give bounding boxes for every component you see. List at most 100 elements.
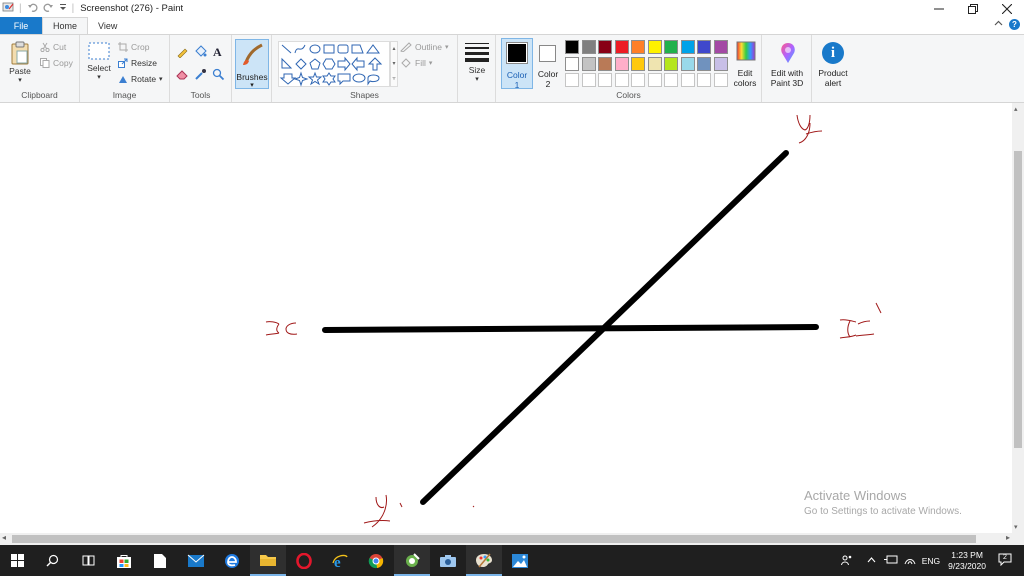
taskbar-internet-explorer[interactable]: e <box>322 545 358 576</box>
collapse-ribbon-icon[interactable] <box>994 19 1003 30</box>
tab-home[interactable]: Home <box>42 17 89 34</box>
scroll-right-icon[interactable]: ▸ <box>1006 533 1010 542</box>
custom-color-slot[interactable] <box>581 73 596 87</box>
scroll-down-icon[interactable]: ▾ <box>1014 523 1018 531</box>
select-button[interactable]: Select ▾ <box>84 41 114 81</box>
color-swatch[interactable] <box>664 56 678 71</box>
scroll-up-icon[interactable]: ▴ <box>1014 105 1018 113</box>
drawing-canvas[interactable] <box>0 103 1012 533</box>
color-swatch[interactable] <box>581 56 596 71</box>
outline-button[interactable]: Outline ▾ <box>400 42 448 52</box>
color-swatch[interactable] <box>680 56 695 71</box>
restore-button[interactable] <box>956 0 990 17</box>
notifications-button[interactable]: 2 <box>998 553 1012 568</box>
taskbar-file[interactable] <box>142 545 178 576</box>
color-swatch[interactable] <box>697 56 711 71</box>
tab-view[interactable]: View <box>88 17 127 34</box>
customize-quick-access-icon[interactable] <box>59 3 67 14</box>
text-tool-icon[interactable]: A <box>212 45 228 60</box>
custom-color-slot[interactable] <box>664 73 678 87</box>
vertical-scrollbar[interactable]: ▴ ▾ <box>1012 103 1024 533</box>
taskbar-edge[interactable] <box>214 545 250 576</box>
battery-icon[interactable] <box>883 555 898 566</box>
image-group-label: Image <box>112 90 137 100</box>
show-hidden-icons-icon[interactable] <box>867 556 876 566</box>
custom-color-slot[interactable] <box>631 73 645 87</box>
custom-color-slot[interactable] <box>680 73 695 87</box>
color-swatch[interactable] <box>598 56 612 71</box>
taskbar-chrome[interactable] <box>358 545 394 576</box>
horizontal-scrollbar[interactable]: ◂ ▸ <box>0 533 1024 545</box>
fill-bucket-icon[interactable] <box>194 45 210 60</box>
color2-button[interactable]: Color 2 <box>534 38 562 89</box>
color-picker-icon[interactable] <box>194 68 210 83</box>
fill-label: Fill <box>415 58 426 68</box>
vertical-scroll-thumb[interactable] <box>1014 151 1022 448</box>
edit-colors-button[interactable]: Edit colors <box>730 39 760 89</box>
undo-icon[interactable] <box>27 2 38 16</box>
rotate-button[interactable]: Rotate ▾ <box>118 74 163 84</box>
scroll-left-icon[interactable]: ◂ <box>2 533 6 542</box>
resize-button[interactable]: Resize <box>118 58 157 68</box>
color-swatch[interactable] <box>664 40 678 54</box>
color-swatch[interactable] <box>598 40 612 54</box>
brushes-group <box>232 35 272 102</box>
task-view-icon <box>82 555 94 566</box>
edit-with-paint3d-button[interactable]: Edit with Paint 3D <box>764 39 810 89</box>
magnifier-icon[interactable] <box>212 68 228 83</box>
taskbar-paint[interactable] <box>466 545 502 576</box>
color-swatch[interactable] <box>631 56 645 71</box>
color-swatch[interactable] <box>565 56 579 71</box>
taskbar-store[interactable] <box>106 545 142 576</box>
paint-app-icon[interactable] <box>2 1 14 16</box>
help-icon[interactable]: ? <box>1009 19 1020 30</box>
color-swatch[interactable] <box>614 40 629 54</box>
pencil-icon[interactable] <box>176 45 192 60</box>
task-view-button[interactable] <box>70 545 106 576</box>
edge-icon <box>225 553 239 568</box>
people-icon[interactable] <box>840 554 853 568</box>
taskbar-camera[interactable] <box>430 545 466 576</box>
custom-color-slot[interactable] <box>614 73 629 87</box>
outline-icon <box>400 42 412 52</box>
size-button[interactable]: Size ▾ <box>462 41 492 83</box>
custom-color-slot[interactable] <box>697 73 711 87</box>
custom-color-slot[interactable] <box>565 73 579 87</box>
color-swatch[interactable] <box>647 56 662 71</box>
color-swatch[interactable] <box>631 40 645 54</box>
color-swatch[interactable] <box>713 40 728 54</box>
start-button[interactable] <box>0 545 34 576</box>
close-button[interactable] <box>990 0 1024 17</box>
shapes-gallery[interactable] <box>278 41 390 87</box>
color-swatch[interactable] <box>647 40 662 54</box>
color-swatch[interactable] <box>614 56 629 71</box>
taskbar-opera[interactable] <box>286 545 322 576</box>
minimize-button[interactable] <box>922 0 956 17</box>
color-swatch[interactable] <box>581 40 596 54</box>
taskbar-photos[interactable] <box>394 545 430 576</box>
paste-button[interactable]: Paste ▾ <box>5 40 35 84</box>
tab-file[interactable]: File <box>0 17 42 34</box>
wifi-icon[interactable] <box>904 555 916 567</box>
color-swatch[interactable] <box>697 40 711 54</box>
taskbar-file-explorer[interactable] <box>250 545 286 576</box>
color1-button[interactable]: Color 1 <box>501 38 533 90</box>
horizontal-scroll-thumb[interactable] <box>12 535 976 543</box>
language-indicator[interactable]: ENG <box>922 556 940 566</box>
fill-button[interactable]: Fill ▾ <box>400 58 432 68</box>
clock[interactable]: 1:23 PM 9/23/2020 <box>948 550 986 572</box>
custom-color-slot[interactable] <box>598 73 612 87</box>
shapes-scroll[interactable]: ▴ ▾ ▿ <box>390 41 398 87</box>
eraser-icon[interactable] <box>176 68 192 83</box>
product-alert-button[interactable]: i Product alert <box>812 39 854 89</box>
taskbar-photo-viewer[interactable] <box>502 545 538 576</box>
crop-button[interactable]: Crop <box>118 42 149 52</box>
color-swatch[interactable] <box>565 40 579 54</box>
cut-button[interactable]: Cut <box>40 42 66 52</box>
copy-button[interactable]: Copy <box>40 58 73 68</box>
color-swatch[interactable] <box>680 40 695 54</box>
redo-icon[interactable] <box>43 2 54 16</box>
custom-color-slot[interactable] <box>647 73 662 87</box>
search-button[interactable] <box>34 545 70 576</box>
taskbar-mail[interactable] <box>178 545 214 576</box>
